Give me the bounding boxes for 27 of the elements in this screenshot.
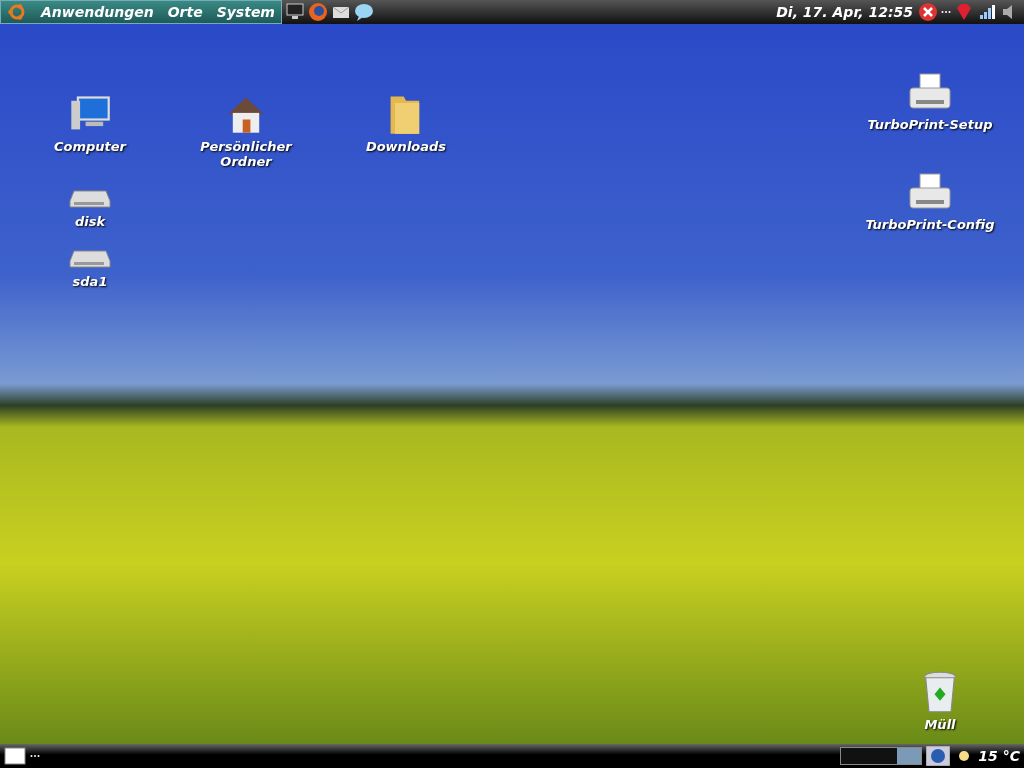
drive-icon[interactable] [68,189,112,211]
menu-item[interactable]: Anwendungen [41,4,154,20]
icon-label[interactable]: Müll [924,717,956,732]
speech-bubble-icon[interactable] [353,2,374,22]
show-desktop-icon[interactable] [4,747,26,765]
workspace-switcher[interactable] [840,747,923,765]
icon-label[interactable]: TurboPrint-Config [865,217,995,232]
browser-icon[interactable] [307,2,328,22]
drive-icon[interactable] [68,249,112,271]
temperature: 15 °C [978,748,1020,764]
signal-icon[interactable] [977,2,997,22]
gem-icon[interactable] [954,2,974,22]
mail-client-icon[interactable] [926,746,951,766]
close-icon[interactable] [918,2,938,22]
monitor-icon[interactable] [284,2,305,22]
dots-icon[interactable] [941,10,951,14]
icon-label[interactable]: Computer [54,139,126,154]
menu-item[interactable]: Orte [167,4,203,20]
icon-label[interactable]: disk [74,214,106,229]
logo-icon[interactable] [7,2,27,22]
icon-label[interactable]: TurboPrint-Setup [867,117,993,132]
icon-label[interactable]: sda1 [72,274,108,289]
icon-label[interactable]: Persönlicher Ordner [196,139,296,169]
clock[interactable]: Di, 17. Apr, 12:55 [776,4,913,20]
dots-icon[interactable] [30,754,40,758]
icon-label[interactable]: Downloads [365,139,447,154]
menu-item[interactable]: System [216,4,275,20]
